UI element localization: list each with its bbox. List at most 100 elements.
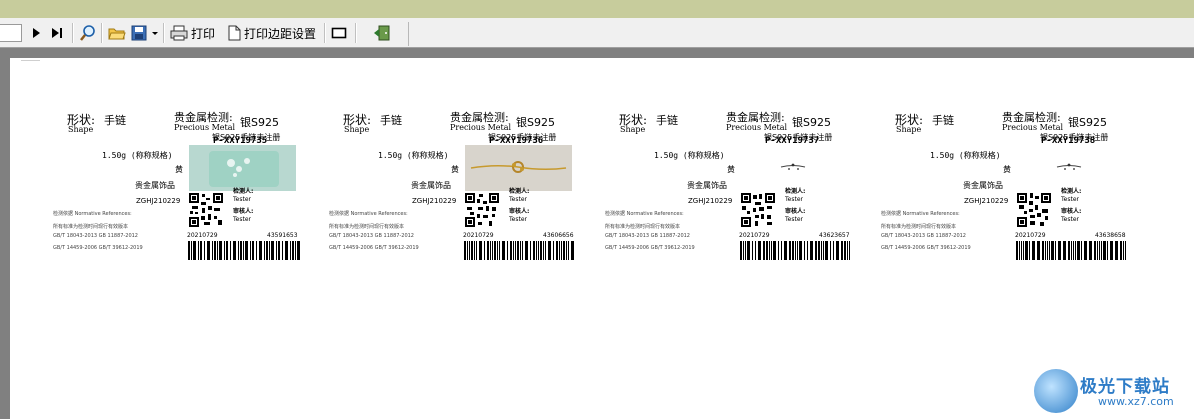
metal-value: 银S925: [516, 116, 555, 129]
next-page-button[interactable]: [30, 23, 42, 43]
product-photo-placeholder: [780, 163, 806, 170]
save-icon: [131, 25, 147, 41]
standards-note: 所有标准为检测时间现行有效版本: [605, 224, 681, 230]
reviewer-label: 审核人:: [233, 208, 254, 215]
save-button[interactable]: [131, 23, 147, 43]
inspector-label: 检测人:: [233, 188, 254, 195]
certificate-id: ZGHJ210229: [688, 197, 733, 205]
title-bar-strip: [0, 0, 1194, 18]
toolbar-end-separator: [408, 22, 409, 46]
reviewer-en-label: Tester: [785, 216, 803, 223]
inspection-date: 20210729: [463, 232, 494, 239]
inspection-block: 检测人: Tester 审核人: Tester: [1061, 188, 1081, 224]
tester-label: Tester: [785, 196, 803, 203]
jewelry-tag-label: 形状: Shape 手链 贵金属检测: Precious Metal 银S925…: [53, 108, 322, 268]
inspection-date: 20210729: [1015, 232, 1046, 239]
print-preview-toolbar: 打印 打印边距设置: [0, 18, 1194, 48]
shape-label-en: Shape: [620, 125, 646, 134]
zoom-button[interactable]: [79, 23, 97, 43]
reviewer-label: 审核人:: [509, 208, 530, 215]
shape-value: 手链: [380, 114, 402, 127]
dropdown-arrow-icon: [152, 32, 158, 35]
open-folder-icon: [108, 28, 126, 40]
metal-label-en: Precious Metal: [726, 123, 788, 132]
toolbar-separator: [355, 23, 357, 43]
inspection-block: 检测人: Tester 审核人: Tester: [785, 188, 805, 224]
inspector-label: 检测人:: [1061, 188, 1082, 195]
print-margin-settings-button[interactable]: 打印边距设置: [227, 23, 316, 43]
tester-label: Tester: [233, 196, 251, 203]
shape-value: 手链: [656, 114, 678, 127]
next-page-icon: [33, 28, 40, 38]
shape-label-en: Shape: [68, 125, 94, 134]
standards-line-2: GB/T 14459-2006 GB/T 39612-2019: [881, 245, 971, 251]
standards-line-2: GB/T 14459-2006 GB/T 39612-2019: [53, 245, 143, 251]
barcode: [464, 241, 574, 260]
exit-door-icon: [374, 25, 390, 41]
print-button[interactable]: 打印: [170, 23, 215, 43]
product-color: 黄: [175, 165, 183, 174]
inspection-block: 检测人: Tester 审核人: Tester: [509, 188, 529, 224]
standards-note: 所有标准为检测时间现行有效版本: [881, 224, 957, 230]
serial-number: 43623657: [819, 232, 850, 239]
toolbar-separator: [101, 23, 103, 43]
product-category: 贵金属饰品: [687, 181, 727, 190]
product-category: 贵金属饰品: [135, 181, 175, 190]
standards-line-2: GB/T 14459-2006 GB/T 39612-2019: [329, 245, 419, 251]
standards-line-1: GB/T 18043-2013 GB 11887-2012: [881, 233, 966, 239]
reviewer-en-label: Tester: [233, 216, 251, 223]
metal-label-en: Precious Metal: [1002, 123, 1064, 132]
inspection-block: 检测人: Tester 审核人: Tester: [233, 188, 253, 224]
save-dropdown-button[interactable]: [151, 23, 159, 43]
product-weight: 1.50g (称称规格): [930, 151, 1001, 160]
product-color: 黄: [1003, 165, 1011, 174]
metal-value: 银S925: [1068, 116, 1107, 129]
standards-note: 所有标准为检测时间现行有效版本: [53, 224, 129, 230]
reviewer-label: 审核人:: [785, 208, 806, 215]
inspection-date: 20210729: [187, 232, 218, 239]
exit-button[interactable]: [373, 23, 391, 43]
product-photo: [189, 145, 296, 191]
toolbar-separator: [163, 23, 165, 43]
metal-value: 银S925: [792, 116, 831, 129]
tester-label: Tester: [509, 196, 527, 203]
tester-label: Tester: [1061, 196, 1079, 203]
last-page-button[interactable]: [50, 23, 64, 43]
page-corner-mark: [21, 60, 40, 61]
product-color: 黄: [451, 165, 459, 174]
page-number-input[interactable]: [0, 24, 22, 42]
serial-number: 43638658: [1095, 232, 1126, 239]
shape-label-en: Shape: [896, 125, 922, 134]
serial-number: 43591653: [267, 232, 298, 239]
print-margin-label: 打印边距设置: [244, 26, 317, 41]
normative-references: 检测依据 Normative References:: [605, 211, 684, 217]
product-weight: 1.50g (称称规格): [102, 151, 173, 160]
normative-references: 检测依据 Normative References:: [329, 211, 408, 217]
watermark-logo-icon: [1034, 369, 1078, 413]
last-page-icon: [52, 28, 62, 38]
jewelry-tag-label: 形状: Shape 手链 贵金属检测: Precious Metal 银S925…: [881, 108, 1150, 268]
toolbar-separator: [324, 23, 326, 43]
frame-icon: [331, 27, 347, 39]
product-photo: [465, 145, 572, 191]
shape-value: 手链: [104, 114, 126, 127]
toolbar-separator: [72, 23, 74, 43]
jewelry-tag-label: 形状: Shape 手链 贵金属检测: Precious Metal 银S925…: [329, 108, 598, 268]
standards-line-1: GB/T 18043-2013 GB 11887-2012: [53, 233, 138, 239]
qr-code: [740, 192, 776, 228]
barcode: [188, 241, 300, 260]
jewelry-tag-label: 形状: Shape 手链 贵金属检测: Precious Metal 银S925…: [605, 108, 874, 268]
standards-line-2: GB/T 14459-2006 GB/T 39612-2019: [605, 245, 695, 251]
product-photo-placeholder: [1056, 163, 1082, 170]
printer-icon: [170, 25, 188, 41]
inspection-date: 20210729: [739, 232, 770, 239]
frame-button[interactable]: [331, 23, 347, 43]
product-color: 黄: [727, 165, 735, 174]
metal-value: 银S925: [240, 116, 279, 129]
product-category: 贵金属饰品: [963, 181, 1003, 190]
open-button[interactable]: [108, 23, 126, 43]
certificate-id: ZGHJ210229: [964, 197, 1009, 205]
metal-label-en: Precious Metal: [174, 123, 236, 132]
barcode: [1016, 241, 1126, 260]
standards-line-1: GB/T 18043-2013 GB 11887-2012: [605, 233, 690, 239]
